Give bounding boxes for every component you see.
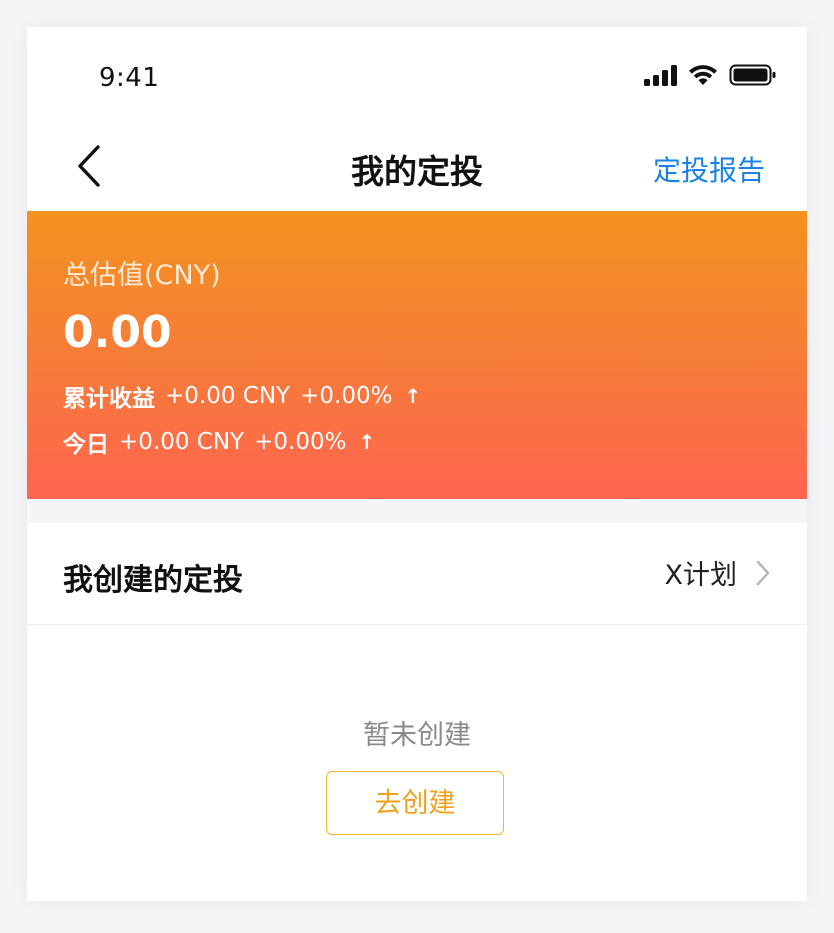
up-arrow-icon: ↑ <box>358 430 376 454</box>
wifi-icon <box>687 63 719 87</box>
today-profit-label: 今日 <box>63 432 109 458</box>
status-bar: 9:41 <box>27 27 807 127</box>
status-icons <box>644 63 777 87</box>
my-plans-title: 我创建的定投 <box>63 563 243 598</box>
cumulative-profit-amount: +0.00 CNY <box>165 383 291 409</box>
empty-state: 暂未创建 去创建 <box>27 625 807 901</box>
cumulative-profit-percent: +0.00% <box>300 383 393 409</box>
my-plans-header: 我创建的定投 X计划 <box>27 523 807 625</box>
empty-state-text: 暂未创建 <box>363 720 471 751</box>
today-profit-percent: +0.00% <box>254 429 347 455</box>
cumulative-profit-row: 累计收益 +0.00 CNY +0.00% ↑ <box>63 379 421 413</box>
cellular-signal-icon <box>644 64 677 86</box>
up-arrow-icon: ↑ <box>404 384 422 408</box>
create-plan-button[interactable]: 去创建 <box>326 771 504 835</box>
total-value: 0.00 <box>63 307 172 358</box>
today-profit-row: 今日 +0.00 CNY +0.00% ↑ <box>63 425 375 459</box>
status-time: 9:41 <box>99 63 160 93</box>
nav-bar: 我的定投 定投报告 <box>27 127 807 211</box>
section-divider <box>27 499 807 523</box>
chevron-right-icon <box>756 560 770 585</box>
report-link[interactable]: 定投报告 <box>653 149 765 189</box>
cumulative-profit-label: 累计收益 <box>63 386 155 412</box>
today-profit-amount: +0.00 CNY <box>119 429 245 455</box>
total-value-label: 总估值(CNY) <box>63 260 221 291</box>
battery-icon <box>729 63 777 87</box>
x-plan-link[interactable]: X计划 <box>665 553 772 592</box>
phone-screen: 9:41 我的定投 定投报告 总估值(CNY) 0.00 累计收益 +0.00 … <box>27 27 807 901</box>
asset-summary-card: 总估值(CNY) 0.00 累计收益 +0.00 CNY +0.00% ↑ 今日… <box>27 211 807 499</box>
x-plan-label: X计划 <box>664 560 738 591</box>
